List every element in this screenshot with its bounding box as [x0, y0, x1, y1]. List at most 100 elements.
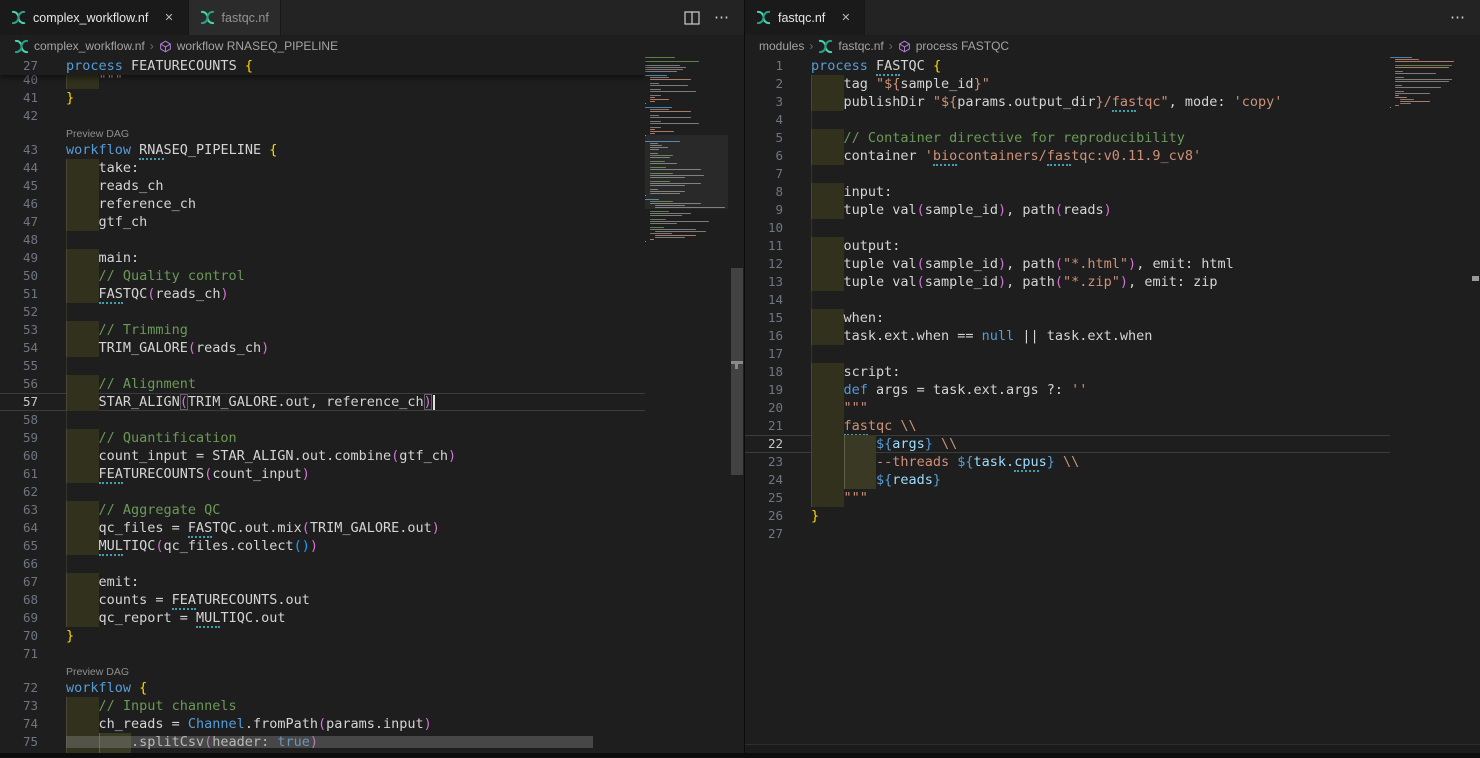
code-area-left[interactable]: 40"""41}42Preview DAG43workflow RNASEQ_P…: [0, 57, 645, 758]
code-line[interactable]: 10: [745, 219, 1390, 237]
line-number[interactable]: 6: [745, 147, 783, 165]
line-number[interactable]: 47: [0, 213, 38, 231]
line-number[interactable]: 25: [745, 489, 783, 507]
code-line[interactable]: 9tuple val(sample_id), path(reads): [745, 201, 1390, 219]
tab-close-button[interactable]: ✕: [838, 10, 853, 25]
code-line[interactable]: 57STAR_ALIGN(TRIM_GALORE.out, reference_…: [0, 393, 645, 411]
code-line[interactable]: 73// Input channels: [0, 697, 645, 715]
code-line[interactable]: 45reads_ch: [0, 177, 645, 195]
line-number[interactable]: 55: [0, 357, 38, 375]
line-number[interactable]: 61: [0, 465, 38, 483]
code-line[interactable]: 58: [0, 411, 645, 429]
line-number[interactable]: 7: [745, 165, 783, 183]
line-number[interactable]: 9: [745, 201, 783, 219]
line-number[interactable]: 23: [745, 453, 783, 471]
line-number[interactable]: 52: [0, 303, 38, 321]
code-line[interactable]: 2tag "${sample_id}": [745, 75, 1390, 93]
vertical-scrollbar-slider[interactable]: [731, 268, 743, 475]
line-number[interactable]: 11: [745, 237, 783, 255]
breadcrumb-item-file[interactable]: fastqc.nf: [838, 39, 883, 53]
line-number[interactable]: 41: [0, 89, 38, 107]
code-line[interactable]: 23--threads ${task.cpus} \\: [745, 453, 1390, 471]
line-number[interactable]: 12: [745, 255, 783, 273]
code-line[interactable]: 42: [0, 107, 645, 125]
line-number[interactable]: 67: [0, 573, 38, 591]
code-line[interactable]: 7: [745, 165, 1390, 183]
code-area-right[interactable]: 1process FASTQC {2tag "${sample_id}"3pub…: [745, 57, 1390, 758]
code-line[interactable]: 15when:: [745, 309, 1390, 327]
scrollbar-drag-handle[interactable]: [730, 361, 743, 369]
split-editor-icon[interactable]: [684, 11, 700, 25]
code-line[interactable]: 60count_input = STAR_ALIGN.out.combine(g…: [0, 447, 645, 465]
line-number[interactable]: 70: [0, 627, 38, 645]
code-line[interactable]: 70}: [0, 627, 645, 645]
code-line[interactable]: 48: [0, 231, 645, 249]
tab-close-button[interactable]: ✕: [161, 10, 176, 25]
code-line[interactable]: 54TRIM_GALORE(reads_ch): [0, 339, 645, 357]
code-line[interactable]: 74ch_reads = Channel.fromPath(params.inp…: [0, 715, 645, 733]
line-number[interactable]: 56: [0, 375, 38, 393]
code-line[interactable]: 65MULTIQC(qc_files.collect()): [0, 537, 645, 555]
line-number[interactable]: 75: [0, 733, 38, 751]
code-line[interactable]: 43workflow RNASEQ_PIPELINE {: [0, 141, 645, 159]
code-line[interactable]: 53// Trimming: [0, 321, 645, 339]
breadcrumb-item-symbol[interactable]: process FASTQC: [916, 39, 1009, 53]
breadcrumb-item-folder[interactable]: modules: [759, 39, 804, 53]
line-number[interactable]: 21: [745, 417, 783, 435]
code-line[interactable]: 22${args} \\: [745, 435, 1390, 453]
codelens-line[interactable]: Preview DAG: [0, 125, 645, 141]
code-line[interactable]: 62: [0, 483, 645, 501]
vertical-scrollbar-slider[interactable]: [1472, 276, 1479, 281]
code-line[interactable]: 19def args = task.ext.args ?: '': [745, 381, 1390, 399]
code-line[interactable]: 26}: [745, 507, 1390, 525]
code-line[interactable]: 17: [745, 345, 1390, 363]
line-number[interactable]: 45: [0, 177, 38, 195]
code-line[interactable]: 24${reads}: [745, 471, 1390, 489]
code-line[interactable]: 49main:: [0, 249, 645, 267]
line-number[interactable]: 46: [0, 195, 38, 213]
line-number[interactable]: 13: [745, 273, 783, 291]
code-line[interactable]: 71: [0, 645, 645, 663]
code-line[interactable]: 56// Alignment: [0, 375, 645, 393]
code-line[interactable]: 6container 'biocontainers/fastqc:v0.11.9…: [745, 147, 1390, 165]
line-number[interactable]: 73: [0, 697, 38, 715]
line-number[interactable]: 66: [0, 555, 38, 573]
line-number[interactable]: 64: [0, 519, 38, 537]
line-number[interactable]: 49: [0, 249, 38, 267]
code-line[interactable]: 55: [0, 357, 645, 375]
line-number[interactable]: 65: [0, 537, 38, 555]
code-line[interactable]: 72workflow {: [0, 679, 645, 697]
line-number[interactable]: 68: [0, 591, 38, 609]
line-number[interactable]: 43: [0, 141, 38, 159]
line-number[interactable]: 8: [745, 183, 783, 201]
code-line[interactable]: 5// Container directive for reproducibil…: [745, 129, 1390, 147]
code-line[interactable]: 51FASTQC(reads_ch): [0, 285, 645, 303]
code-line[interactable]: 1process FASTQC {: [745, 57, 1390, 75]
codelens-preview-dag[interactable]: Preview DAG: [66, 666, 129, 678]
line-number[interactable]: 17: [745, 345, 783, 363]
code-line[interactable]: 14: [745, 291, 1390, 309]
line-number[interactable]: 63: [0, 501, 38, 519]
horizontal-scrollbar-slider[interactable]: [66, 736, 593, 748]
line-number[interactable]: 18: [745, 363, 783, 381]
vertical-scrollbar-right[interactable]: [1471, 57, 1480, 758]
line-number[interactable]: 69: [0, 609, 38, 627]
codelens-line[interactable]: Preview DAG: [0, 663, 645, 679]
codelens-preview-dag[interactable]: Preview DAG: [66, 128, 129, 140]
line-number[interactable]: 54: [0, 339, 38, 357]
code-line[interactable]: 44take:: [0, 159, 645, 177]
code-line[interactable]: 47gtf_ch: [0, 213, 645, 231]
code-line[interactable]: 69qc_report = MULTIQC.out: [0, 609, 645, 627]
line-number[interactable]: 60: [0, 447, 38, 465]
line-number[interactable]: 10: [745, 219, 783, 237]
line-number[interactable]: 15: [745, 309, 783, 327]
code-line[interactable]: 67emit:: [0, 573, 645, 591]
code-line[interactable]: 11output:: [745, 237, 1390, 255]
line-number[interactable]: 1: [745, 57, 783, 75]
minimap-viewport[interactable]: [645, 135, 728, 209]
line-number[interactable]: 27: [745, 525, 783, 543]
code-line[interactable]: 13tuple val(sample_id), path("*.zip"), e…: [745, 273, 1390, 291]
breadcrumb-item-symbol[interactable]: workflow RNASEQ_PIPELINE: [177, 39, 338, 53]
line-number[interactable]: 71: [0, 645, 38, 663]
line-number[interactable]: 53: [0, 321, 38, 339]
